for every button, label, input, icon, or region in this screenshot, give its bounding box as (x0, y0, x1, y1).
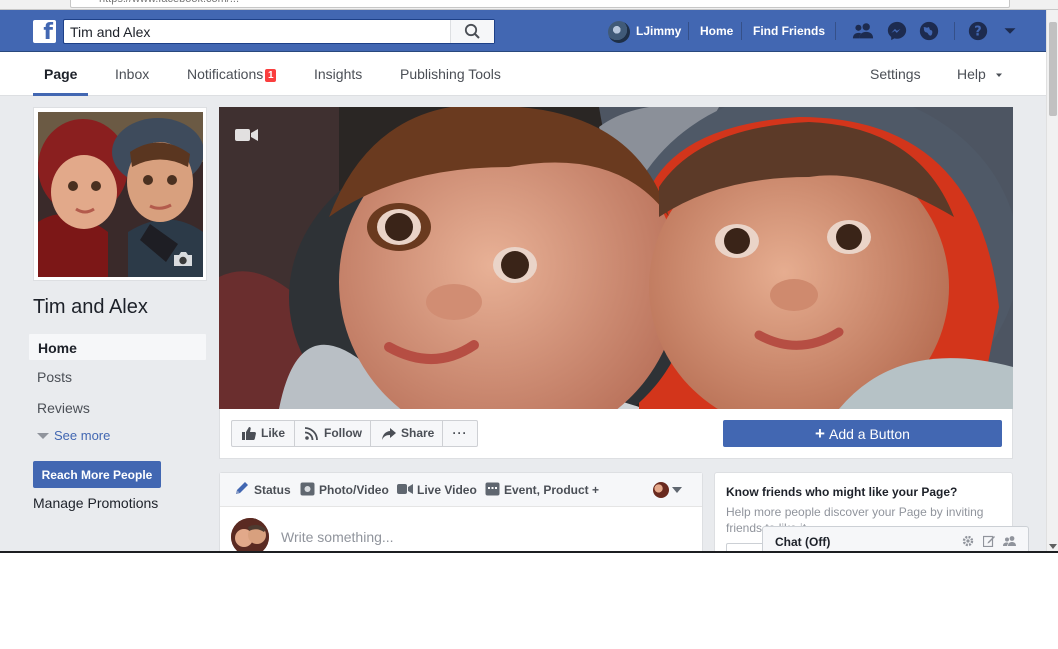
add-a-button-button[interactable]: + Add a Button (723, 420, 1002, 447)
plus-icon: + (815, 424, 825, 443)
find-friends-link[interactable]: Find Friends (753, 10, 825, 52)
composer-tabs: Status Photo/Video Live Video Event, Pro… (220, 473, 702, 507)
chat-status-label: Chat (Off) (775, 535, 831, 549)
friend-requests-icon[interactable] (852, 20, 874, 42)
messenger-icon[interactable] (886, 20, 908, 42)
user-name-link[interactable]: LJimmy (636, 10, 681, 52)
like-button[interactable]: Like (231, 420, 295, 447)
scroll-down-arrow-icon[interactable] (1049, 544, 1057, 550)
address-bar[interactable]: https://www.facebook.com/... (70, 0, 1010, 8)
group-chat-icon[interactable] (1003, 535, 1017, 547)
globe-notifications-icon[interactable] (918, 20, 940, 42)
cover-photo[interactable] (219, 107, 1013, 409)
gear-icon[interactable] (962, 535, 974, 547)
chevron-down-icon (37, 433, 49, 439)
composer-tab-label: Photo/Video (319, 483, 389, 497)
divider (741, 22, 742, 40)
like-label: Like (261, 426, 286, 440)
sidebar-item-reviews[interactable]: Reviews (28, 394, 207, 422)
write-something-input[interactable]: Write something... (281, 529, 394, 545)
event-icon (485, 482, 500, 496)
avatar-dolls-image (231, 518, 269, 551)
add-button-label: Add a Button (828, 426, 910, 442)
composer-avatar (231, 518, 269, 551)
notification-badge: 1 (265, 69, 277, 82)
composer-tab-status[interactable]: Status (234, 473, 291, 507)
see-more-label: See more (54, 428, 111, 443)
rss-follow-icon (305, 427, 318, 440)
page-tab-bar: Page Inbox Notifications 1 Insights Publi… (0, 52, 1046, 96)
tab-notifications-label: Notifications (187, 66, 264, 82)
avatar[interactable] (608, 21, 630, 43)
page-action-bar: Like Follow Share ··· + Add a Button (219, 409, 1013, 459)
divider (954, 22, 955, 40)
composer-tab-event-product[interactable]: Event, Product + (485, 473, 599, 507)
composer-tab-label: Event, Product + (504, 483, 600, 497)
caret-down-icon (995, 73, 1002, 77)
top-navigation-bar: f LJimmy Home Find Friends (0, 10, 1046, 52)
share-button[interactable]: Share (370, 420, 443, 447)
follow-label: Follow (324, 426, 362, 440)
invite-card-title: Know friends who might like your Page? (726, 485, 958, 499)
compose-message-icon[interactable] (983, 535, 995, 547)
invite-search-field[interactable] (726, 543, 766, 551)
caret-down-icon[interactable] (672, 486, 682, 494)
tab-inbox[interactable]: Inbox (115, 52, 149, 96)
home-link[interactable]: Home (700, 10, 733, 52)
tab-publishing-tools[interactable]: Publishing Tools (400, 52, 501, 96)
scrollbar-thumb[interactable] (1049, 22, 1057, 116)
composer-tab-label: Status (254, 483, 291, 497)
browser-viewport: https://www.facebook.com/... f LJimmy Ho… (0, 0, 1058, 553)
share-label: Share (401, 426, 435, 440)
search-icon (464, 23, 480, 39)
follow-button[interactable]: Follow (294, 420, 371, 447)
more-options-button[interactable]: ··· (442, 420, 478, 447)
sidebar-item-home[interactable]: Home (28, 333, 207, 361)
tab-settings[interactable]: Settings (870, 52, 921, 96)
browser-chrome: https://www.facebook.com/... (0, 0, 1058, 10)
post-as-avatar[interactable] (653, 482, 669, 498)
search-input[interactable] (64, 20, 450, 43)
page-scrollbar[interactable] (1046, 10, 1058, 551)
page-title[interactable]: Tim and Alex (33, 296, 148, 319)
account-menu-icon[interactable] (999, 20, 1021, 42)
manage-promotions-link[interactable]: Manage Promotions (33, 495, 158, 511)
see-more-link[interactable]: See more (37, 428, 110, 443)
tab-help-label: Help (957, 66, 986, 82)
tab-insights[interactable]: Insights (314, 52, 362, 96)
tab-page[interactable]: Page (33, 52, 89, 96)
profile-picture-frame[interactable] (33, 107, 207, 281)
divider (835, 22, 836, 40)
chat-bar[interactable]: Chat (Off) (762, 526, 1029, 551)
reach-more-people-button[interactable]: Reach More People (33, 461, 161, 488)
divider (688, 22, 689, 40)
profile-picture (38, 112, 203, 277)
facebook-logo[interactable]: f (33, 20, 56, 43)
share-arrow-icon (382, 428, 396, 440)
camera-icon[interactable] (172, 250, 194, 268)
live-video-icon (397, 484, 413, 494)
composer-tab-label: Live Video (417, 483, 477, 497)
tab-notifications[interactable]: Notifications 1 (187, 52, 277, 96)
cover-photo-dolls (219, 107, 1013, 409)
video-camera-icon[interactable] (235, 127, 259, 143)
post-composer: Status Photo/Video Live Video Event, Pro… (219, 472, 703, 551)
help-icon[interactable]: ? (967, 20, 989, 42)
sidebar-item-posts[interactable]: Posts (28, 363, 207, 391)
thumbs-up-icon (242, 427, 256, 440)
svg-text:?: ? (974, 25, 981, 40)
composer-tab-live-video[interactable]: Live Video (397, 473, 477, 507)
tab-help[interactable]: Help (957, 52, 1003, 96)
composer-tab-photo-video[interactable]: Photo/Video (300, 473, 389, 507)
pencil-icon (236, 482, 248, 494)
search-box (63, 19, 495, 44)
search-button[interactable] (450, 20, 494, 43)
photo-icon (300, 482, 315, 496)
